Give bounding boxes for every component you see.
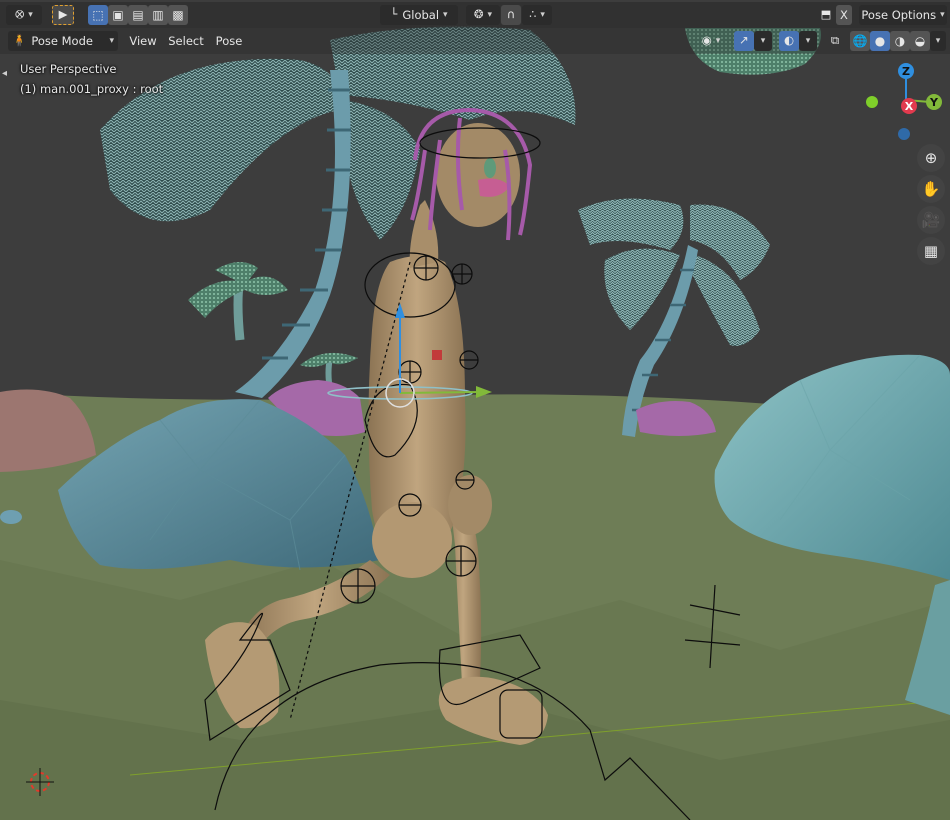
3d-viewport-icon: ⭙: [15, 7, 25, 22]
transform-orientation-dropdown[interactable]: └ Global ▾: [380, 5, 458, 25]
shading-rendered-button[interactable]: ◒: [910, 31, 930, 51]
select-new-icon: ⬚: [92, 8, 104, 22]
viewport-menubar: 🧍 Pose Mode ▾ View Select Pose ◉ ▾ ↗ ▾ ◐ …: [0, 28, 950, 54]
edge-object: [0, 510, 22, 524]
magnet-icon: ∩: [506, 7, 516, 22]
x-mirror-label: X: [840, 8, 848, 22]
snap-target-dropdown[interactable]: ∴ ▾: [522, 5, 552, 25]
menu-view[interactable]: View: [126, 31, 160, 51]
pose-options-label: Pose Options: [861, 8, 937, 22]
mirror-options-button[interactable]: ⬒: [816, 5, 836, 25]
chevron-down-icon: ▾: [443, 10, 448, 20]
select-new-button[interactable]: ⬚: [88, 5, 108, 25]
hand-pan-icon[interactable]: ✋: [917, 175, 945, 203]
3d-viewport[interactable]: Z Y X ⊕ ✋ 🎥 ▦ User Perspective (1) man.0…: [0, 0, 950, 820]
menu-pose[interactable]: Pose: [212, 31, 246, 51]
navigation-gizmo[interactable]: Z Y X: [858, 62, 950, 142]
shading-wireframe-button[interactable]: 🌐: [850, 31, 870, 51]
pivot-point-icon: ❂: [473, 7, 484, 22]
axis-z-label: Z: [902, 65, 910, 78]
menu-select[interactable]: Select: [166, 31, 206, 51]
cursor-arrow-icon: ▶: [58, 7, 68, 22]
pivot-point-dropdown[interactable]: ❂ ▾: [466, 5, 500, 25]
chevron-down-icon: ▾: [935, 36, 941, 46]
snap-grid-icon: ∴: [529, 7, 537, 22]
material-sphere-icon: ◑: [894, 34, 906, 48]
select-extend-button[interactable]: ▣: [108, 5, 128, 25]
wireframe-sphere-icon: 🌐: [852, 34, 868, 48]
xray-toggle[interactable]: ⧉: [825, 31, 845, 51]
editor-type-button[interactable]: ⭙ ▾: [6, 5, 42, 25]
sidebar-toggle-arrow-icon[interactable]: ◂: [2, 68, 7, 79]
zoom-icon[interactable]: ⊕: [917, 144, 945, 172]
shading-solid-button[interactable]: ●: [870, 31, 890, 51]
viewport-header: ⭙▾ ▶ ⬚ ▣ ▤ ▥ ▩ └ Global ▾ ❂▾ ∩ ∴▾ ⬒ X: [0, 2, 950, 28]
select-invert-button[interactable]: ▥: [148, 5, 168, 25]
mode-label: Pose Mode: [31, 34, 93, 48]
select-invert-icon: ▥: [152, 8, 164, 22]
chevron-down-icon: ▾: [940, 10, 945, 20]
select-intersect-icon: ▩: [172, 8, 184, 22]
xray-icon: ⧉: [830, 33, 840, 48]
pose-mode-icon: 🧍: [12, 33, 27, 48]
gizmo-arrows-icon: ↗: [739, 33, 749, 48]
select-tool-button[interactable]: ▶: [52, 5, 74, 25]
grid-ortho-icon[interactable]: ▦: [917, 237, 945, 265]
overlays-toggle[interactable]: ◐: [779, 31, 799, 51]
snap-toggle[interactable]: ∩: [501, 5, 521, 25]
gizmo-toggle[interactable]: ↗: [734, 31, 754, 51]
chevron-down-icon: ▾: [805, 36, 811, 46]
pose-options-dropdown[interactable]: Pose Options ▾: [859, 5, 947, 25]
solid-sphere-icon: ●: [874, 34, 886, 48]
scene-render[interactable]: [0, 0, 950, 820]
chevron-down-icon: ▾: [28, 10, 33, 20]
mirror-icon: ⬒: [820, 7, 832, 22]
chevron-down-icon: ▾: [109, 36, 114, 46]
mode-dropdown[interactable]: 🧍 Pose Mode ▾: [8, 31, 118, 51]
overlays-icon: ◐: [783, 33, 795, 48]
axis-neg-y-button[interactable]: [866, 96, 878, 108]
chevron-down-icon: ▾: [760, 36, 766, 46]
chevron-down-icon: ▾: [487, 10, 493, 20]
active-object-label: (1) man.001_proxy : root: [20, 82, 164, 96]
select-intersect-button[interactable]: ▩: [168, 5, 188, 25]
chevron-down-icon: ▾: [715, 36, 721, 46]
overlays-dropdown[interactable]: ▾: [799, 31, 817, 51]
gizmo-dropdown[interactable]: ▾: [754, 31, 772, 51]
shading-dropdown[interactable]: ▾: [930, 31, 946, 51]
shading-material-button[interactable]: ◑: [890, 31, 910, 51]
eye-icon: ◉: [701, 33, 712, 48]
select-subtract-button[interactable]: ▤: [128, 5, 148, 25]
axis-y-label: Y: [929, 96, 939, 109]
visibility-toggle[interactable]: ◉ ▾: [697, 31, 725, 51]
axis-neg-z-button[interactable]: [898, 128, 910, 140]
orientation-axes-icon: └: [390, 7, 398, 22]
transform-orientation-value: Global: [402, 8, 440, 22]
select-subtract-icon: ▤: [132, 8, 144, 22]
chevron-down-icon: ▾: [540, 10, 545, 20]
x-mirror-toggle[interactable]: X: [836, 5, 852, 25]
camera-icon[interactable]: 🎥: [917, 206, 945, 234]
perspective-label: User Perspective: [20, 62, 117, 76]
axis-x-label: X: [905, 100, 914, 113]
select-extend-icon: ▣: [112, 8, 124, 22]
rendered-sphere-icon: ◒: [914, 34, 926, 48]
